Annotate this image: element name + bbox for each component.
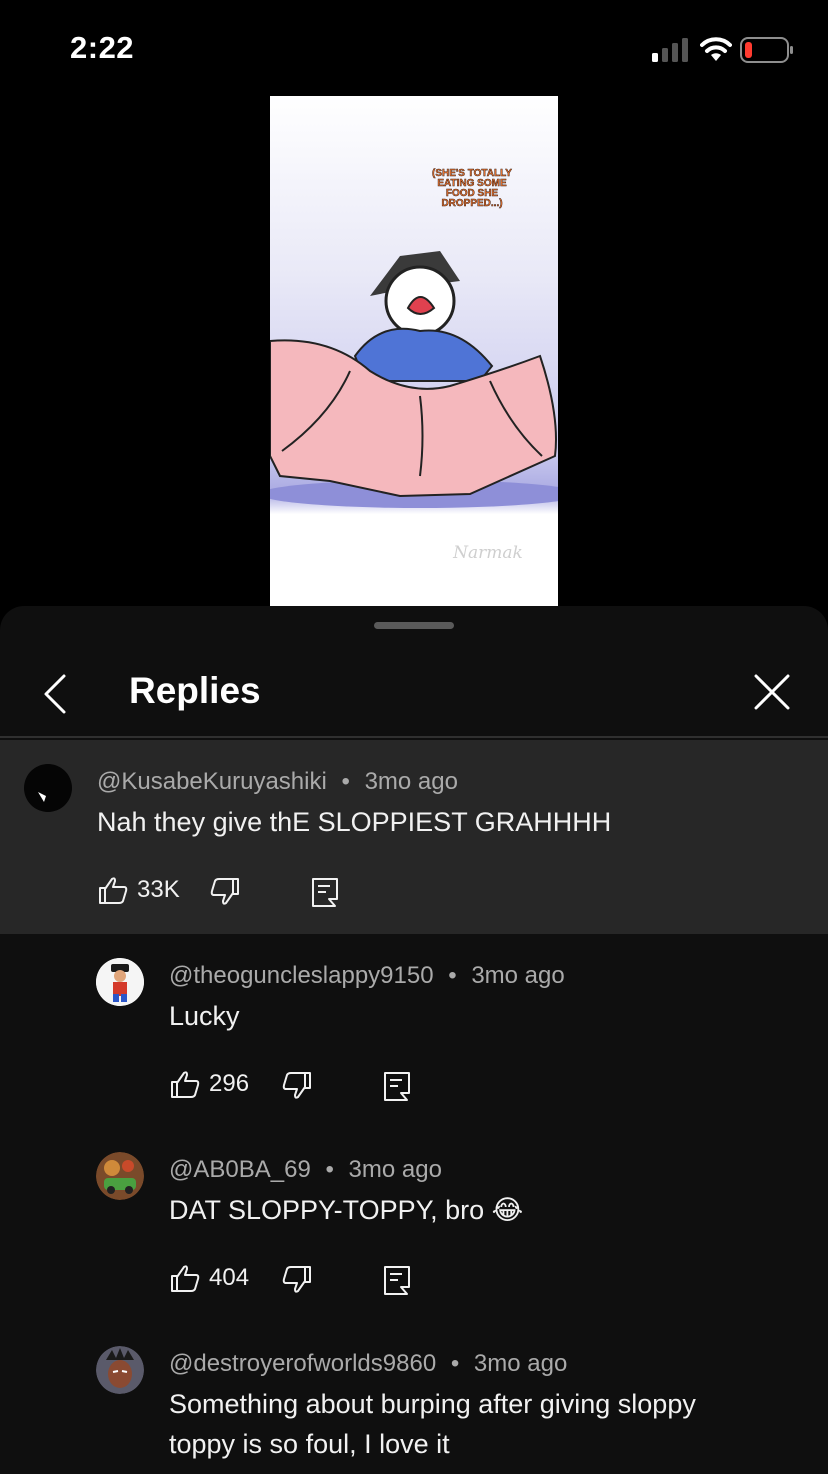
comment-actions: 404 bbox=[169, 1262, 429, 1298]
comment-age: 3mo ago bbox=[471, 962, 565, 989]
thumbs-up-icon[interactable] bbox=[97, 874, 129, 906]
reply-icon[interactable] bbox=[381, 1070, 413, 1102]
avatar-image bbox=[96, 1346, 144, 1394]
comment-meta: @destroyerofworlds9860 • 3mo ago bbox=[169, 1350, 567, 1378]
status-time: 2:22 bbox=[70, 30, 135, 65]
reply-item: @AB0BA_69 • 3mo ago DAT SLOPPY-TOPPY, br… bbox=[0, 1128, 828, 1322]
wifi-icon bbox=[700, 37, 732, 61]
avatar[interactable] bbox=[96, 1346, 144, 1394]
reply-icon[interactable] bbox=[309, 876, 341, 908]
video-watermark: Narmak bbox=[452, 543, 523, 563]
thumbs-down-icon[interactable] bbox=[209, 876, 241, 908]
comment-author[interactable]: @theoguncleslappy9150 bbox=[169, 962, 434, 989]
battery-low-icon bbox=[740, 37, 793, 63]
sheet-title: Replies bbox=[129, 670, 261, 711]
comment-meta: @AB0BA_69 • 3mo ago bbox=[169, 1156, 442, 1184]
avatar[interactable] bbox=[96, 958, 144, 1006]
comment-age: 3mo ago bbox=[364, 768, 458, 795]
parent-comment: @KusabeKuruyashiki • 3mo ago Nah they gi… bbox=[0, 740, 828, 934]
comment-text-line-1: Something about burping after giving slo… bbox=[169, 1389, 696, 1419]
comment-author[interactable]: @destroyerofworlds9860 bbox=[169, 1350, 436, 1377]
comment-text: Nah they give thE SLOPPIEST GRAHHHH bbox=[97, 807, 612, 837]
avatar[interactable] bbox=[24, 764, 72, 812]
sheet-header: Replies bbox=[0, 642, 828, 738]
thumbs-down-icon[interactable] bbox=[281, 1264, 313, 1296]
reply-icon[interactable] bbox=[381, 1264, 413, 1296]
comment-text-line-2: toppy is so foul, I love it bbox=[169, 1429, 450, 1459]
avatar-image bbox=[96, 958, 144, 1006]
comment-actions: 33K bbox=[97, 874, 357, 910]
chevron-left-icon[interactable] bbox=[34, 670, 76, 718]
avatar-image bbox=[96, 1152, 144, 1200]
comment-meta: @KusabeKuruyashiki • 3mo ago bbox=[97, 768, 458, 796]
reply-item: @theoguncleslappy9150 • 3mo ago Lucky 29… bbox=[0, 934, 828, 1128]
comment-age: 3mo ago bbox=[348, 1156, 442, 1183]
signal-icon bbox=[652, 38, 688, 62]
meta-separator: • bbox=[448, 962, 457, 989]
like-count: 33K bbox=[137, 876, 180, 903]
close-icon[interactable] bbox=[748, 668, 796, 716]
video-frame: (SHE'S TOTALLY EATING SOME FOOD SHE DROP… bbox=[270, 96, 558, 606]
comment-text: Lucky bbox=[169, 1001, 240, 1031]
meta-separator: • bbox=[341, 768, 350, 795]
comment-author[interactable]: @KusabeKuruyashiki bbox=[97, 768, 327, 795]
thumbs-down-icon[interactable] bbox=[281, 1070, 313, 1102]
video-caption-line-4: DROPPED...) bbox=[441, 198, 502, 209]
comment-author[interactable]: @AB0BA_69 bbox=[169, 1156, 311, 1183]
comment-text: DAT SLOPPY-TOPPY, bro 😂 bbox=[169, 1195, 524, 1225]
comment-age: 3mo ago bbox=[473, 1350, 568, 1377]
comment-meta: @theoguncleslappy9150 • 3mo ago bbox=[169, 962, 565, 990]
meta-separator: • bbox=[450, 1350, 460, 1377]
drag-handle[interactable] bbox=[374, 622, 454, 629]
like-count: 404 bbox=[209, 1264, 250, 1291]
video-player[interactable]: (SHE'S TOTALLY EATING SOME FOOD SHE DROP… bbox=[270, 96, 558, 606]
reply-item: @destroyerofworlds9860 • 3mo ago Somethi… bbox=[0, 1322, 828, 1474]
replies-sheet: Replies @KusabeKuruyashiki • 3mo ago Nah… bbox=[0, 606, 828, 1474]
avatar[interactable] bbox=[96, 1152, 144, 1200]
status-bar: 2:22 bbox=[0, 0, 828, 96]
avatar-image bbox=[24, 764, 72, 812]
thumbs-up-icon[interactable] bbox=[169, 1262, 201, 1294]
thumbs-up-icon[interactable] bbox=[169, 1068, 201, 1100]
meta-separator: • bbox=[325, 1156, 334, 1183]
like-count: 296 bbox=[209, 1070, 250, 1097]
comment-actions: 296 bbox=[169, 1068, 429, 1104]
